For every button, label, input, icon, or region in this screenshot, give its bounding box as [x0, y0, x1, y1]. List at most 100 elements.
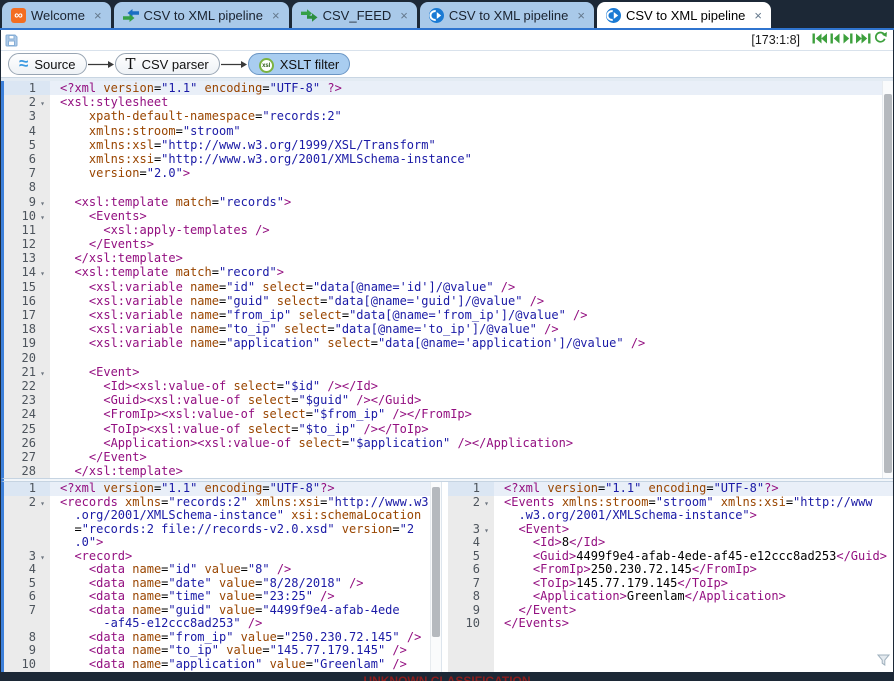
refresh-button[interactable] — [874, 31, 887, 44]
filter-icon[interactable] — [877, 654, 890, 669]
code-line[interactable]: <ToIp>145.77.179.145</ToIp> — [494, 577, 893, 591]
pipeline-element-source[interactable]: ≈Source — [8, 53, 87, 75]
code-line[interactable]: </xsl:template> — [50, 251, 893, 265]
pipeline-icon — [123, 9, 139, 22]
code-line[interactable]: <Guid>4499f9e4-afab-4ede-af45-e12ccc8ad2… — [494, 550, 893, 564]
code-line[interactable]: <Id><xsl:value-of select="$id" /></Id> — [50, 379, 893, 393]
code-line[interactable]: xmlns:xsi="http://www.w3.org/2001/XMLSch… — [50, 152, 893, 166]
code-line[interactable]: <?xml version="1.1" encoding="UTF-8" ?> — [50, 81, 893, 95]
code-line[interactable]: <Events> — [50, 209, 893, 223]
code-line[interactable]: <FromIp>250.230.72.145</FromIp> — [494, 563, 893, 577]
code-line[interactable] — [50, 180, 893, 194]
code-line[interactable]: </Event> — [494, 604, 893, 618]
code-line[interactable]: </Events> — [494, 617, 893, 631]
code-line[interactable]: </xsl:template> — [50, 464, 893, 478]
tab-csv-feed[interactable]: CSV_FEED× — [292, 2, 417, 28]
code-line[interactable]: <Guid><xsl:value-of select="$guid" /></G… — [50, 393, 893, 407]
step-forward-button[interactable] — [843, 33, 853, 44]
code-line[interactable]: <Application><xsl:value-of select="$appl… — [50, 436, 893, 450]
xslt-editor[interactable]: 12▾3456789▾10▾11121314▾15161718192021▾22… — [1, 81, 893, 478]
code-line[interactable]: <data name="date" value="8/28/2018" /> — [50, 577, 441, 591]
code-line[interactable]: -af45-e12ccc8ad253" /> — [50, 617, 441, 631]
step-last-button[interactable] — [856, 33, 871, 44]
code-line[interactable]: .org/2001/XMLSchema-instance" xsi:schema… — [50, 509, 441, 523]
code-line[interactable]: </Event> — [50, 450, 893, 464]
save-button[interactable] — [5, 34, 18, 47]
code-line[interactable]: <xsl:variable name="application" select=… — [50, 336, 893, 350]
code-line[interactable]: <Id>8</Id> — [494, 536, 893, 550]
content-area: [173:1:8] ≈SourceTCSV parserxslXSLT filt… — [1, 30, 893, 672]
classification-bar: UNKNOWN CLASSIFICATION — [0, 672, 894, 681]
code-line[interactable]: <record> — [50, 550, 441, 564]
gutter-line: 21▾ — [4, 365, 50, 379]
code-line[interactable]: <data name="id" value="8" /> — [50, 563, 441, 577]
close-icon[interactable]: × — [94, 9, 102, 22]
code-line[interactable]: xmlns:xsl="http://www.w3.org/1999/XSL/Tr… — [50, 138, 893, 152]
code-line[interactable]: <xsl:variable name="from_ip" select="dat… — [50, 308, 893, 322]
code-line[interactable]: </Events> — [50, 237, 893, 251]
input-data-editor[interactable]: 12▾3▾45678910 <?xml version="1.1" encodi… — [1, 482, 441, 672]
input-editor-code[interactable]: <?xml version="1.1" encoding="UTF-8"?><r… — [50, 482, 441, 672]
tab-welcome[interactable]: ∞Welcome× — [2, 2, 111, 28]
code-line[interactable]: <xsl:stylesheet — [50, 95, 893, 109]
step-back-button[interactable] — [830, 33, 840, 44]
fold-arrow-icon[interactable]: ▾ — [36, 497, 49, 511]
code-line[interactable]: <data name="to_ip" value="145.77.179.145… — [50, 644, 441, 658]
code-line[interactable] — [50, 351, 893, 365]
code-line[interactable]: <xsl:variable name="guid" select="data[@… — [50, 294, 893, 308]
gutter-line: 4 — [4, 563, 50, 577]
code-line[interactable]: <?xml version="1.1" encoding="UTF-8"?> — [494, 482, 893, 496]
step-first-button[interactable] — [812, 33, 827, 44]
code-line[interactable]: <xsl:template match="record"> — [50, 265, 893, 279]
scrollbar-thumb[interactable] — [884, 94, 892, 473]
text-parser-icon: T — [126, 57, 136, 72]
pipeline-element-csv-parser[interactable]: TCSV parser — [115, 53, 220, 75]
tab-csv-to-xml-pipeline[interactable]: CSV to XML pipeline× — [597, 2, 771, 28]
code-line[interactable]: <data name="time" value="23:25" /> — [50, 590, 441, 604]
stroom-logo-icon: ∞ — [11, 8, 26, 23]
fold-arrow-icon[interactable]: ▾ — [480, 524, 493, 538]
code-line[interactable]: ="records:2 file://records-v2.0.xsd" ver… — [50, 523, 441, 537]
vertical-pane-divider[interactable] — [441, 482, 448, 672]
xslt-editor-code[interactable]: <?xml version="1.1" encoding="UTF-8" ?><… — [50, 81, 893, 478]
fold-arrow-icon[interactable]: ▾ — [36, 551, 49, 565]
code-line[interactable]: <ToIp><xsl:value-of select="$to_ip" /></… — [50, 422, 893, 436]
code-line[interactable]: <FromIp><xsl:value-of select="$from_ip" … — [50, 407, 893, 421]
tab-csv-to-xml-pipeline[interactable]: CSV to XML pipeline× — [114, 2, 289, 28]
gutter-line: 6 — [4, 152, 50, 166]
xslt-editor-scrollbar[interactable] — [882, 81, 893, 478]
close-icon[interactable]: × — [400, 9, 408, 22]
tab-csv-to-xml-pipeline[interactable]: CSV to XML pipeline× — [420, 2, 594, 28]
scrollbar-thumb[interactable] — [432, 487, 440, 637]
code-line[interactable]: .0"> — [50, 536, 441, 550]
gutter-line: 2▾ — [4, 496, 50, 510]
code-line[interactable]: xmlns:stroom="stroom" — [50, 124, 893, 138]
input-editor-scrollbar[interactable] — [430, 482, 441, 672]
code-line[interactable]: <data name="application" value="Greenlam… — [50, 658, 441, 672]
code-line[interactable]: <xsl:variable name="id" select="data[@na… — [50, 280, 893, 294]
close-icon[interactable]: × — [754, 9, 762, 22]
code-line[interactable]: <data name="from_ip" value="250.230.72.1… — [50, 631, 441, 645]
code-line[interactable]: <xsl:apply-templates /> — [50, 223, 893, 237]
code-line[interactable]: <xsl:variable name="to_ip" select="data[… — [50, 322, 893, 336]
gutter-line — [448, 509, 494, 523]
code-line[interactable]: xpath-default-namespace="records:2" — [50, 109, 893, 123]
code-line[interactable]: <data name="guid" value="4499f9e4-afab-4… — [50, 604, 441, 618]
code-line[interactable]: .w3.org/2001/XMLSchema-instance"> — [494, 509, 893, 523]
output-editor-code[interactable]: <?xml version="1.1" encoding="UTF-8"?><E… — [494, 482, 893, 672]
stepper-icon — [429, 8, 444, 23]
code-line[interactable]: <records xmlns="records:2" xmlns:xsi="ht… — [50, 496, 441, 510]
code-line[interactable]: version="2.0"> — [50, 166, 893, 180]
code-line[interactable]: <Events xmlns:stroom="stroom" xmlns:xsi=… — [494, 496, 893, 510]
output-data-editor[interactable]: 12▾3▾45678910 <?xml version="1.1" encodi… — [448, 482, 893, 672]
pipeline-element-xslt-filter[interactable]: xslXSLT filter — [248, 53, 350, 75]
code-line[interactable]: <Event> — [494, 523, 893, 537]
code-line[interactable]: <Event> — [50, 365, 893, 379]
fold-arrow-icon[interactable]: ▾ — [480, 497, 493, 511]
code-line[interactable]: <?xml version="1.1" encoding="UTF-8"?> — [50, 482, 441, 496]
close-icon[interactable]: × — [272, 9, 280, 22]
close-icon[interactable]: × — [577, 9, 585, 22]
code-line[interactable]: <xsl:template match="records"> — [50, 195, 893, 209]
code-line[interactable]: <Application>Greenlam</Application> — [494, 590, 893, 604]
input-editor-gutter: 12▾3▾45678910 — [4, 482, 50, 672]
